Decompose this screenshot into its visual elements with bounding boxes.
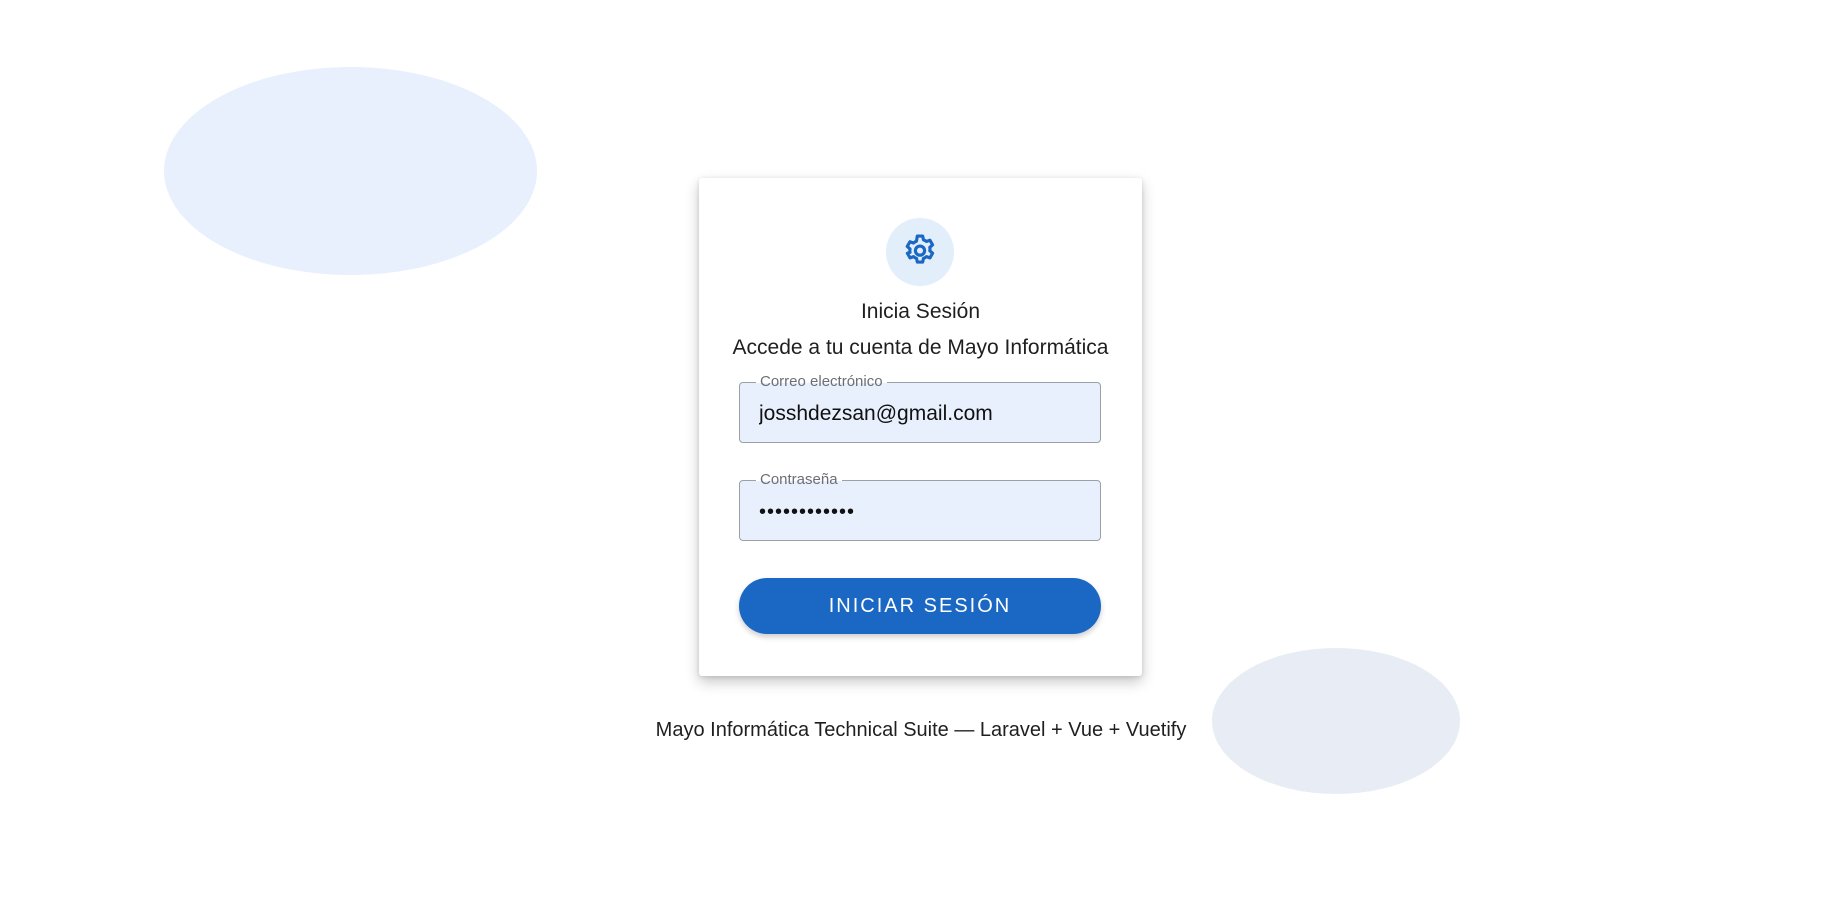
login-page: Inicia Sesión Accede a tu cuenta de Mayo… — [0, 0, 1823, 915]
decorative-blob-top-left — [164, 67, 537, 275]
gear-icon — [901, 231, 939, 274]
footer-text: Mayo Informática Technical Suite — Larav… — [655, 719, 1187, 741]
password-input[interactable] — [759, 497, 1088, 527]
logo-badge — [886, 218, 954, 286]
email-field-label: Correo electrónico — [756, 374, 887, 390]
password-field-label: Contraseña — [756, 472, 842, 488]
login-title: Inicia Sesión — [860, 300, 981, 323]
login-card: Inicia Sesión Accede a tu cuenta de Mayo… — [699, 178, 1142, 676]
login-subtitle: Accede a tu cuenta de Mayo Informática — [732, 336, 1109, 359]
login-submit-button[interactable]: INICIAR SESIÓN — [739, 578, 1101, 634]
password-field[interactable]: Contraseña — [739, 472, 1101, 541]
email-field[interactable]: Correo electrónico — [739, 374, 1101, 443]
email-input[interactable] — [759, 399, 1088, 429]
